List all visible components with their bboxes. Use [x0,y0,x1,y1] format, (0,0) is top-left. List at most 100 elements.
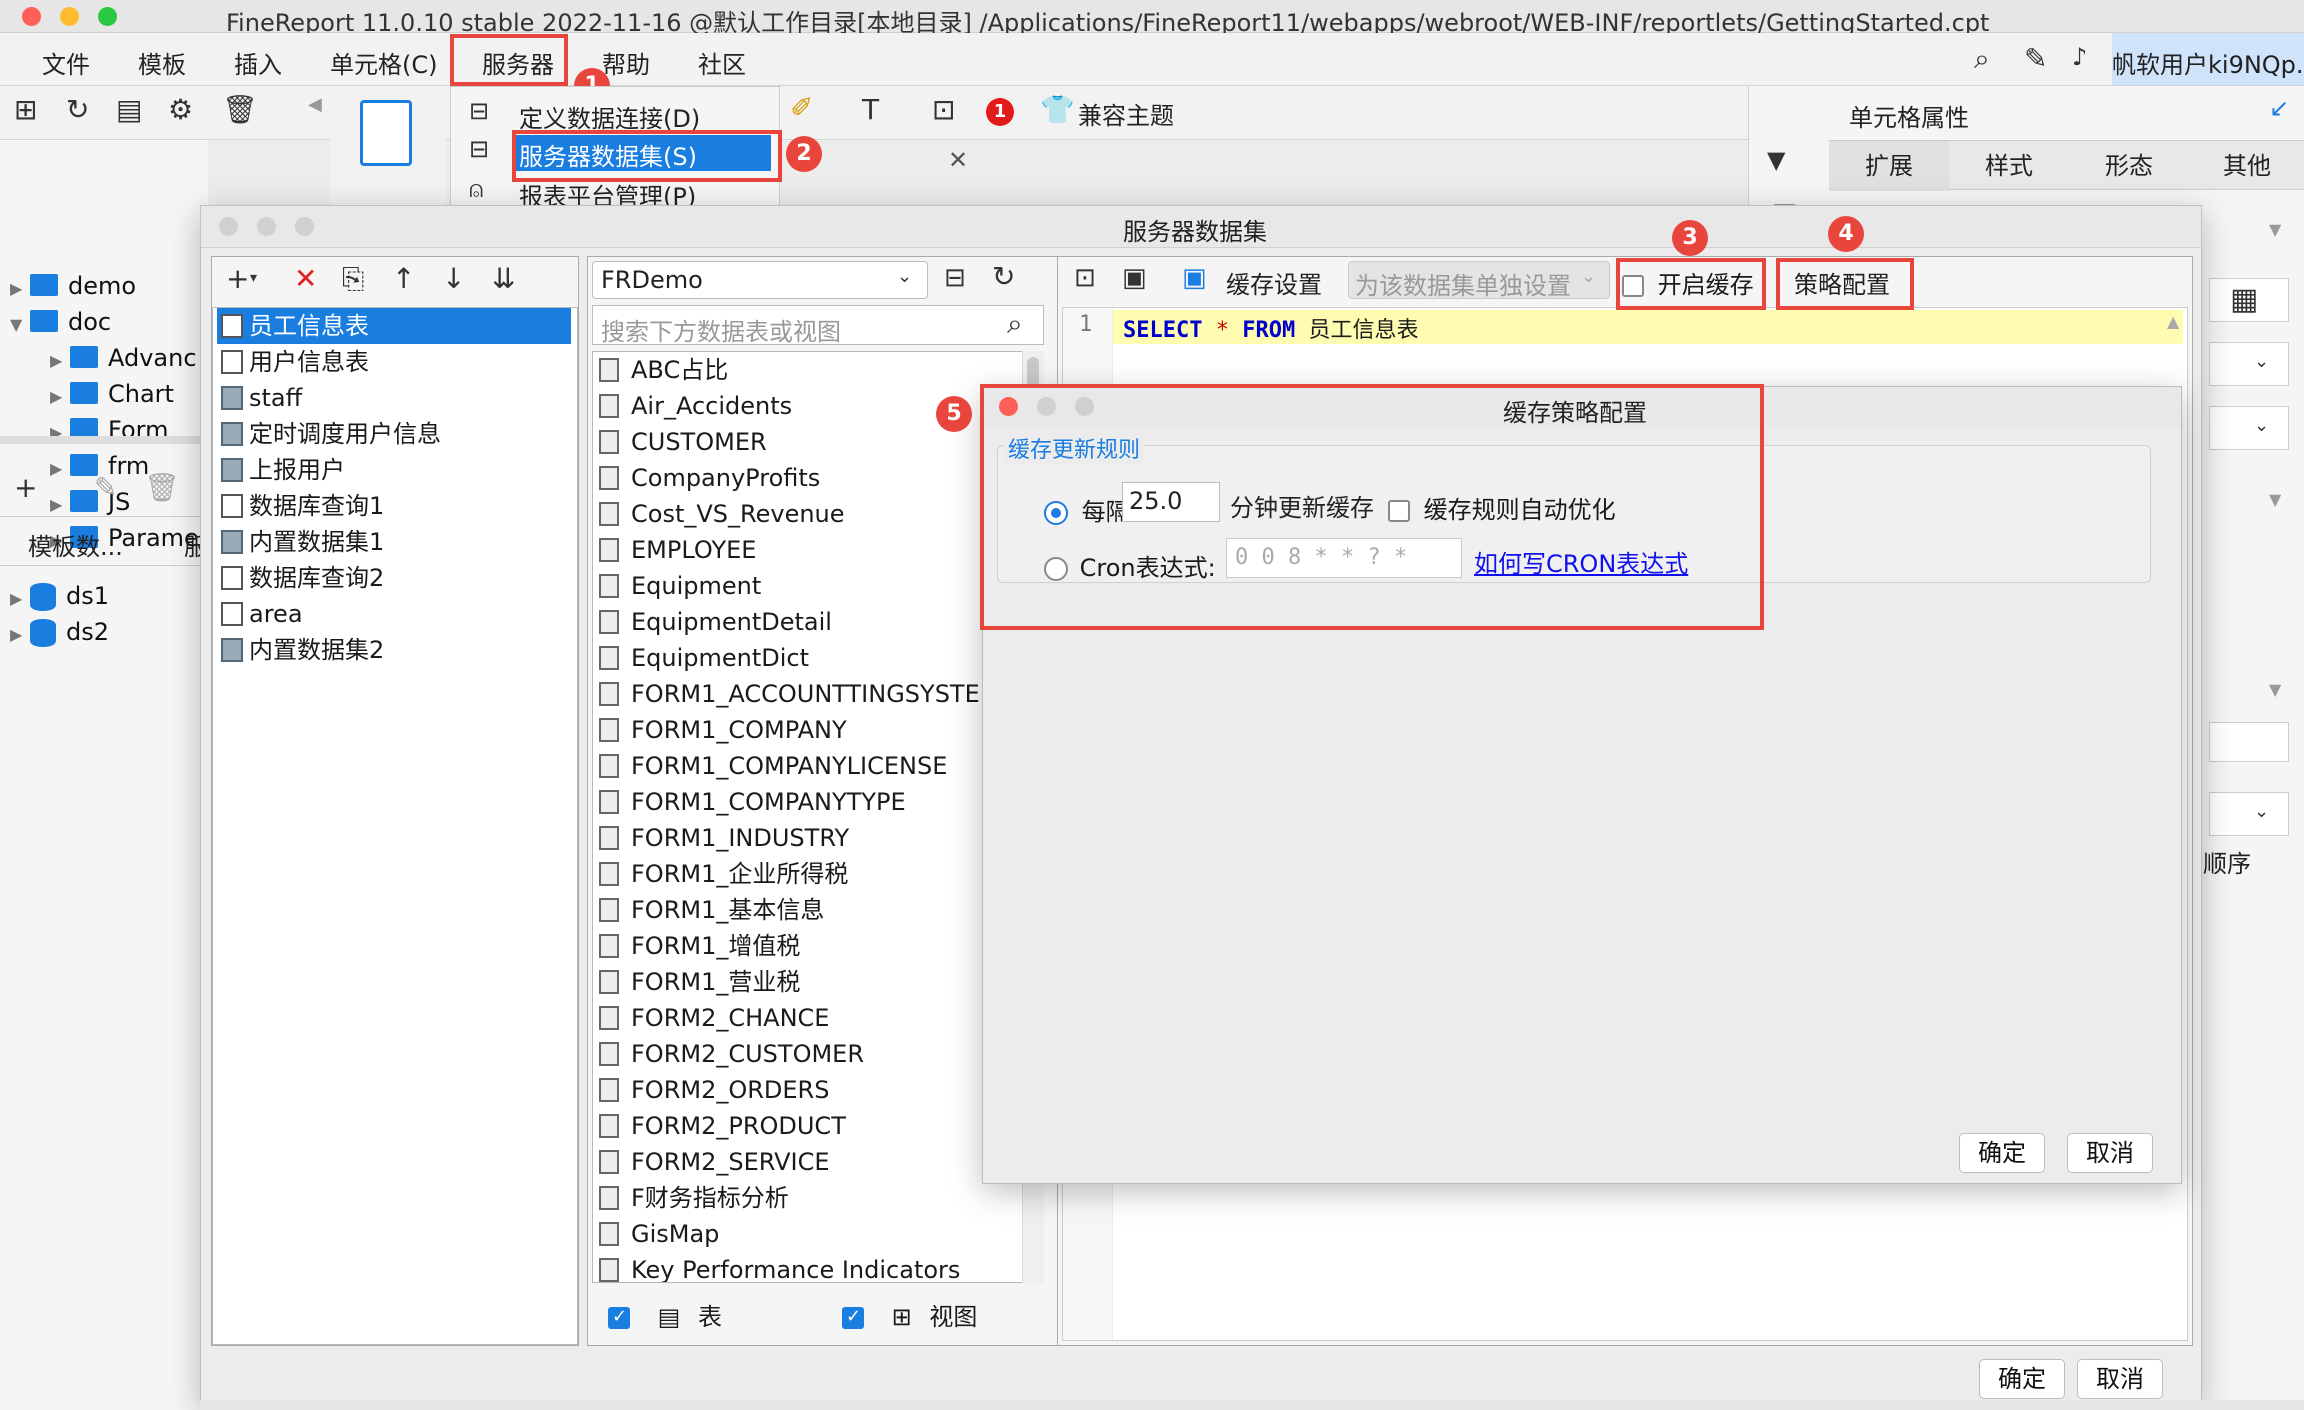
filter-icon[interactable]: ▼ [1767,148,1785,172]
dialog-ok-button[interactable]: 确定 [1979,1359,2065,1399]
tab-other[interactable]: 其他 [2189,141,2304,191]
table-filter-checkbox[interactable] [608,1306,630,1329]
search-chart-icon[interactable]: ⊡ [932,96,955,124]
table-list-item[interactable]: GisMap [599,1216,719,1252]
add-dataset-icon[interactable]: + [14,474,37,502]
dataset-item[interactable]: 内置数据集2 [217,632,571,668]
table-list-item[interactable]: FORM2_CHANCE [599,1000,829,1036]
dataset-item[interactable]: 数据库查询1 [217,488,571,524]
dialog-cancel-button[interactable]: 取消 [2077,1359,2163,1399]
tab-style[interactable]: 样式 [1949,141,2069,191]
cache-mode-select[interactable]: 为该数据集单独设置 ⌄ [1348,261,1610,300]
delete-dataset-icon[interactable]: 🗑 [144,474,180,502]
table-list-item[interactable]: Cost_VS_Revenue [599,496,845,532]
tab-template-data[interactable]: 模板数... [28,527,123,562]
scroll-up-icon[interactable]: ▲ [2167,312,2187,334]
table-list-item[interactable]: EMPLOYEE [599,532,756,568]
splitter[interactable] [0,436,208,444]
tree-item-doc[interactable]: ▼ doc [10,308,111,336]
preview-icon[interactable]: ⊡ [1074,265,1096,291]
compat-theme-button[interactable]: 兼容主题 [1078,96,1174,131]
chevron-down-icon[interactable]: ▼ [2269,682,2281,698]
new-folder-icon[interactable]: ⊞ [14,96,37,124]
table-list-item[interactable]: FORM1_营业税 [599,964,800,1000]
tree-item-js[interactable]: ▶ JS [50,488,130,516]
move-down-icon[interactable]: ↓ [442,265,465,293]
chevron-down-icon[interactable]: ▼ [2269,492,2281,508]
table-list-item[interactable]: FORM1_COMPANYLICENSE [599,748,947,784]
notes-icon[interactable]: ✎ [2024,45,2047,73]
filter-tables[interactable]: ▤ 表 [608,1297,722,1332]
theme-shirt-icon[interactable]: 👕 [1040,96,1075,124]
table-list-item[interactable]: FORM1_COMPANYTYPE [599,784,906,820]
tree-item-advanced[interactable]: ▶ Advanc [50,344,197,372]
close-window-icon[interactable] [22,7,41,26]
table-list-item[interactable]: CUSTOMER [599,424,767,460]
tree-item-chart[interactable]: ▶ Chart [50,380,174,408]
dialog-close-icon[interactable] [219,217,238,236]
table-list-item[interactable]: Key Performance Indicators [599,1252,960,1282]
dropdown-1[interactable]: ⌄ [2209,342,2289,386]
dataset-item[interactable]: 定时调度用户信息 [217,416,571,452]
dataset-item[interactable]: 用户信息表 [217,344,571,380]
strategy-cancel-button[interactable]: 取消 [2067,1133,2153,1173]
dataset-item[interactable]: area [217,596,571,632]
menu-item-data-connection[interactable]: 定义数据连接(D) [519,99,700,134]
table-list-item[interactable]: FORM2_SERVICE [599,1144,830,1180]
minimize-window-icon[interactable] [60,7,79,26]
chevron-down-icon[interactable]: ▼ [2269,222,2281,238]
format-brush-icon[interactable]: ✐ [790,94,813,122]
dataset-item[interactable]: staff [217,380,571,416]
table-search-input[interactable]: 搜索下方数据表或视图 ⌕ [592,305,1044,346]
menu-cell[interactable]: 单元格(C) [330,45,437,80]
dialog-minimize-icon[interactable] [257,217,276,236]
dataset-ds1[interactable]: ▶ ds1 [10,582,109,611]
table-list-item[interactable]: FORM1_增值税 [599,928,800,964]
menu-insert[interactable]: 插入 [234,45,282,80]
table-list-item[interactable]: EquipmentDetail [599,604,832,640]
menu-template[interactable]: 模板 [138,45,186,80]
table-list-item[interactable]: FORM2_CUSTOMER [599,1036,864,1072]
table-list-item[interactable]: FORM2_PRODUCT [599,1108,846,1144]
close-tab-icon[interactable]: ✕ [948,148,968,172]
menu-help[interactable]: 帮助 [602,45,650,80]
delete-icon[interactable]: 🗑 [222,96,258,124]
menu-community[interactable]: 社区 [698,45,746,80]
table-list-item[interactable]: CompanyProfits [599,460,820,496]
collapse-right-icon[interactable]: ↙ [2269,96,2289,120]
table-list-item[interactable]: Equipment [599,568,761,604]
view-filter-checkbox[interactable] [842,1306,864,1329]
menu-file[interactable]: 文件 [42,45,90,80]
user-area[interactable]: 帆软用户ki9NQp. [2112,33,2304,85]
dialog-zoom-icon[interactable] [295,217,314,236]
dataset-item[interactable]: 上报用户 [217,452,571,488]
collapse-left-icon[interactable]: ◀ [308,96,322,114]
edit-connection-icon[interactable]: ⊟ [944,265,966,291]
dataset-item[interactable]: 内置数据集1 [217,524,571,560]
table-list-item[interactable]: F财务指标分析 [599,1180,789,1216]
tab-expand[interactable]: 扩展 [1829,141,1949,191]
table-list-item[interactable]: FORM1_COMPANY [599,712,847,748]
template-view-icon[interactable]: ▤ [116,96,142,124]
text-format-icon[interactable]: T [862,96,879,124]
table-list-item[interactable]: FORM1_ACCOUNTTINGSYSTEM [599,676,1000,712]
refresh-icon[interactable]: ↻ [992,263,1015,291]
alert-badge[interactable]: 1 [986,98,1014,126]
sql-icon[interactable]: ▣ [1122,265,1147,291]
table-list-item[interactable]: ABC占比 [599,352,728,388]
tree-item-demo[interactable]: ▶ demo [10,272,136,300]
settings-icon[interactable]: ⚙ [168,96,193,124]
bell-icon[interactable]: ♪ [2072,45,2087,69]
add-dropdown-icon[interactable]: ▾ [250,271,257,285]
input-field[interactable] [2209,722,2289,762]
layout-grid-button[interactable]: ▦ [2209,278,2289,322]
add-icon[interactable]: + [226,265,249,293]
dataset-item[interactable]: 员工信息表 [217,308,571,344]
dataset-item[interactable]: 数据库查询2 [217,560,571,596]
search-icon[interactable]: ⌕ [1974,45,1990,73]
filter-views[interactable]: ⊞ 视图 [842,1297,977,1332]
table-list-item[interactable]: EquipmentDict [599,640,809,676]
edit-dataset-icon[interactable]: ✎ [94,474,117,502]
dropdown-2[interactable]: ⌄ [2209,406,2289,450]
refresh-icon[interactable]: ↻ [66,96,89,124]
